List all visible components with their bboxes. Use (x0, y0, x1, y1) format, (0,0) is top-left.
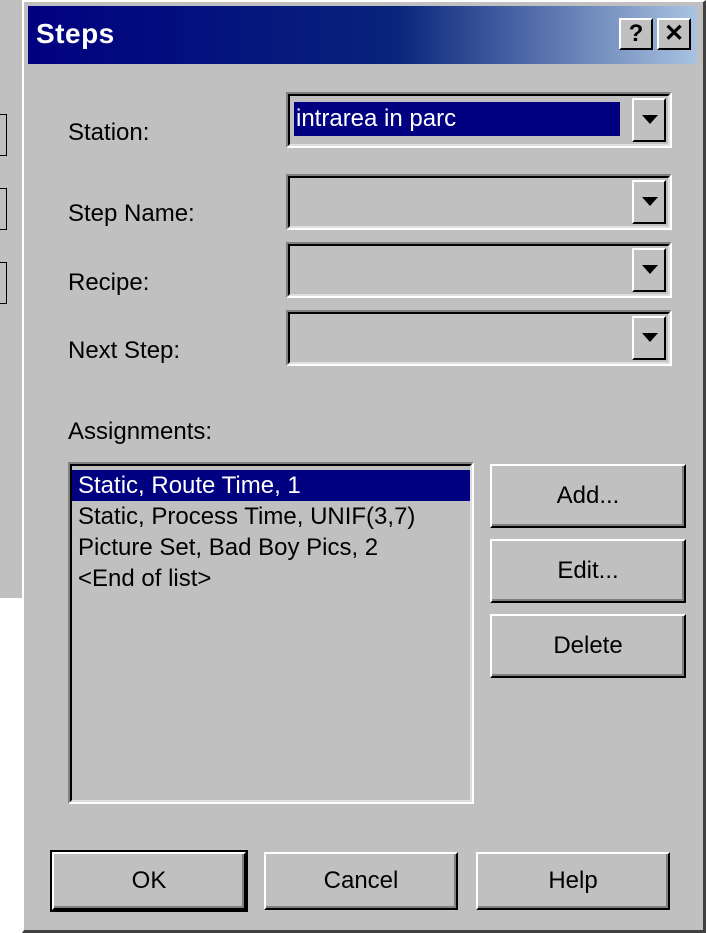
chevron-down-icon[interactable] (632, 180, 666, 224)
cancel-button-label: Cancel (323, 867, 399, 894)
list-item[interactable]: Static, Process Time, UNIF(3,7) (72, 501, 470, 532)
station-value: intrarea in parc (294, 102, 620, 136)
station-combobox[interactable]: intrarea in parc (286, 92, 672, 148)
recipe-combobox-frame (288, 244, 670, 296)
list-item[interactable]: Picture Set, Bad Boy Pics, 2 (72, 532, 470, 563)
help-button-label: Help (548, 867, 598, 894)
assignments-listbox-frame: Static, Route Time, 1 Static, Process Ti… (70, 464, 472, 802)
assignments-listbox[interactable]: Static, Route Time, 1 Static, Process Ti… (68, 462, 474, 804)
step-name-combobox[interactable] (286, 174, 672, 230)
title-bar[interactable]: Steps ? ✕ (28, 6, 697, 64)
delete-button-label: Delete (553, 632, 623, 659)
step-name-label: Step Name: (68, 200, 195, 227)
station-label: Station: (68, 119, 150, 146)
cancel-button[interactable]: Cancel (264, 852, 458, 910)
next-step-label: Next Step: (68, 337, 181, 364)
assignments-label: Assignments: (68, 418, 213, 445)
list-item[interactable]: Static, Route Time, 1 (72, 470, 470, 501)
steps-dialog: Steps ? ✕ Station: intrarea in parc Step… (22, 0, 706, 933)
recipe-value (294, 252, 620, 286)
delete-button[interactable]: Delete (490, 614, 686, 678)
recipe-label: Recipe: (68, 269, 150, 296)
help-button[interactable]: Help (476, 852, 670, 910)
edit-button[interactable]: Edit... (490, 539, 686, 603)
list-item[interactable]: <End of list> (72, 563, 470, 594)
next-step-combobox-frame (288, 312, 670, 364)
dialog-title: Steps (36, 18, 115, 49)
background-window-edge (0, 0, 24, 598)
add-button-label: Add... (556, 482, 620, 509)
next-step-combobox[interactable] (286, 310, 672, 366)
background-control (0, 188, 7, 230)
chevron-down-icon[interactable] (632, 316, 666, 360)
step-name-value (294, 184, 620, 218)
chevron-down-icon[interactable] (632, 98, 666, 142)
edit-button-label: Edit... (557, 557, 619, 584)
ok-button[interactable]: OK (50, 850, 248, 912)
background-control (0, 262, 7, 304)
ok-button-label: OK (131, 867, 167, 894)
add-button[interactable]: Add... (490, 464, 686, 528)
help-question-icon[interactable]: ? (619, 18, 653, 50)
station-combobox-frame: intrarea in parc (288, 94, 670, 146)
recipe-combobox[interactable] (286, 242, 672, 298)
background-control (0, 114, 7, 156)
step-name-combobox-frame (288, 176, 670, 228)
chevron-down-icon[interactable] (632, 248, 666, 292)
close-icon[interactable]: ✕ (657, 18, 691, 50)
next-step-value (294, 320, 620, 354)
